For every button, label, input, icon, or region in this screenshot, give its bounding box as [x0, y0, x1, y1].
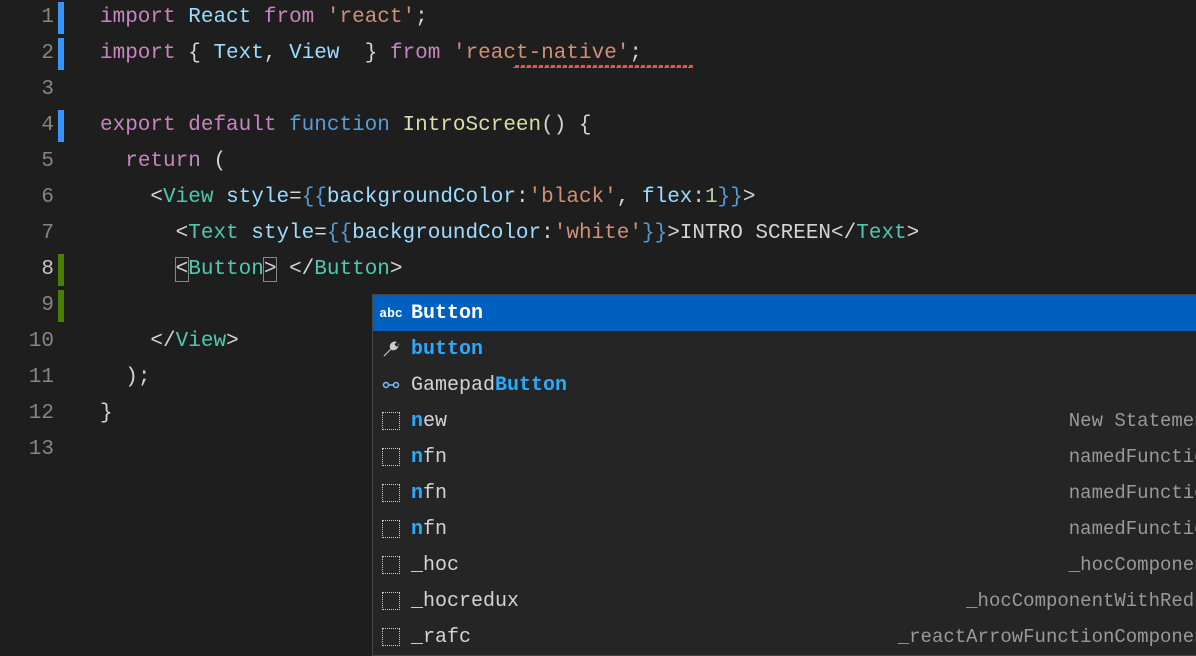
code-line-7[interactable]: <Text style={{backgroundColor:'white'}}>…	[100, 216, 1196, 252]
autocomplete-label: nfn	[411, 518, 1069, 541]
autocomplete-label: nfn	[411, 482, 1069, 505]
line-number-gutter: 1 2 3 4 5 6 7 8 9 10 11 12 13	[0, 0, 72, 652]
snippet-icon	[382, 412, 400, 430]
autocomplete-detail: _hocComponentWithRedux	[966, 590, 1196, 612]
code-area[interactable]: import React from 'react'; import { Text…	[72, 0, 1196, 652]
line-number: 1	[0, 0, 54, 36]
line-number: 5	[0, 144, 54, 180]
modified-indicator	[58, 38, 64, 70]
snippet-icon	[382, 448, 400, 466]
snippet-icon	[382, 484, 400, 502]
autocomplete-detail: _reactArrowFunctionComponent	[898, 626, 1196, 648]
autocomplete-label: _rafc	[411, 626, 898, 649]
line-number: 4	[0, 108, 54, 144]
line-number-active: 8	[0, 252, 54, 288]
modified-indicator	[58, 2, 64, 34]
autocomplete-detail: namedFunction	[1069, 482, 1196, 504]
autocomplete-label: new	[411, 410, 1069, 433]
snippet-icon	[382, 628, 400, 646]
line-number: 10	[0, 324, 54, 360]
code-line-8[interactable]: <Button> </Button>	[100, 252, 1196, 288]
autocomplete-item[interactable]: nfnnamedFunction	[373, 475, 1196, 511]
autocomplete-item[interactable]: button	[373, 331, 1196, 367]
autocomplete-detail: namedFunction	[1069, 446, 1196, 468]
autocomplete-item[interactable]: nfnnamedFunction	[373, 439, 1196, 475]
line-number: 6	[0, 180, 54, 216]
snippet-icon	[382, 556, 400, 574]
autocomplete-label: nfn	[411, 446, 1069, 469]
autocomplete-detail: New Statement	[1069, 410, 1196, 432]
line-number: 2	[0, 36, 54, 72]
autocomplete-detail: namedFunction	[1069, 518, 1196, 540]
code-line-1[interactable]: import React from 'react';	[100, 0, 1196, 36]
code-line-3[interactable]	[100, 72, 1196, 108]
line-number: 13	[0, 432, 54, 468]
autocomplete-label: _hocredux	[411, 590, 966, 613]
autocomplete-label: _hoc	[411, 554, 1069, 577]
autocomplete-item[interactable]: newNew Statement	[373, 403, 1196, 439]
autocomplete-item[interactable]: GamepadButton	[373, 367, 1196, 403]
code-line-6[interactable]: <View style={{backgroundColor:'black', f…	[100, 180, 1196, 216]
autocomplete-item[interactable]: _hoc_hocComponent	[373, 547, 1196, 583]
autocomplete-item[interactable]: abc Button	[373, 295, 1196, 331]
interface-icon	[379, 373, 403, 397]
line-number: 12	[0, 396, 54, 432]
autocomplete-item[interactable]: _rafc_reactArrowFunctionComponent	[373, 619, 1196, 655]
code-line-4[interactable]: export default function IntroScreen() {	[100, 108, 1196, 144]
line-number: 11	[0, 360, 54, 396]
line-number: 3	[0, 72, 54, 108]
added-indicator	[58, 290, 64, 322]
error-squiggle	[513, 65, 693, 68]
autocomplete-item[interactable]: nfnnamedFunction	[373, 511, 1196, 547]
snippet-icon	[382, 592, 400, 610]
autocomplete-detail: _hocComponent	[1069, 554, 1196, 576]
autocomplete-label: GamepadButton	[411, 374, 1196, 397]
wrench-icon	[379, 337, 403, 361]
line-number: 7	[0, 216, 54, 252]
autocomplete-popup[interactable]: abc Button button GamepadButton newNew State…	[372, 294, 1196, 656]
autocomplete-label: button	[411, 338, 1196, 361]
line-number: 9	[0, 288, 54, 324]
autocomplete-label: Button	[411, 302, 1196, 325]
autocomplete-item[interactable]: _hocredux_hocComponentWithRedux	[373, 583, 1196, 619]
snippet-icon	[382, 520, 400, 538]
added-indicator	[58, 254, 64, 286]
code-line-5[interactable]: return (	[100, 144, 1196, 180]
abc-icon: abc	[379, 301, 403, 325]
code-editor[interactable]: 1 2 3 4 5 6 7 8 9 10 11 12 13 import Rea…	[0, 0, 1196, 652]
modified-indicator	[58, 110, 64, 142]
